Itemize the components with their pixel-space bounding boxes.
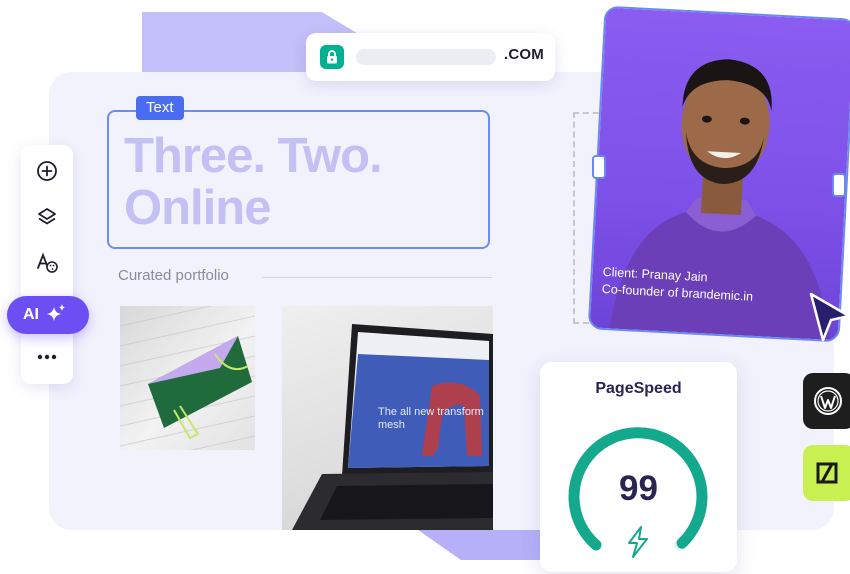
cursor-pointer-icon: [805, 290, 850, 350]
wordpress-icon[interactable]: [803, 373, 850, 429]
ai-button-label: AI: [23, 306, 39, 323]
ai-button[interactable]: AI: [7, 296, 89, 334]
pagespeed-title: PageSpeed: [595, 380, 682, 397]
headline-line-2: Online: [124, 181, 271, 235]
pagespeed-card: PageSpeed 99: [540, 362, 737, 572]
editor-toolbar: [21, 145, 73, 384]
more-dots-icon[interactable]: [34, 344, 60, 370]
page-headline[interactable]: Three. Two. Online: [124, 130, 484, 234]
url-bar[interactable]: .COM: [306, 33, 555, 81]
layers-icon[interactable]: [34, 204, 60, 230]
lime-builder-icon[interactable]: [803, 445, 850, 501]
resize-handle-right[interactable]: [832, 173, 846, 197]
resize-handle-left[interactable]: [592, 155, 606, 179]
font-palette-icon[interactable]: [34, 250, 60, 276]
plus-circle-icon[interactable]: [34, 158, 60, 184]
laptop-screen-caption: The all new transform mesh: [378, 406, 484, 431]
sparkles-icon: [45, 303, 67, 328]
section-label: Curated portfolio: [118, 267, 229, 284]
text-element-tag: Text: [136, 96, 184, 120]
section-divider: [262, 277, 492, 278]
pagespeed-score: 99: [619, 469, 658, 508]
lock-icon: [320, 45, 344, 69]
lightning-icon: [628, 526, 648, 558]
portfolio-image-laptop[interactable]: The all new transform mesh: [282, 306, 493, 530]
url-tld: .COM: [504, 46, 544, 63]
portfolio-image-envelope[interactable]: [120, 306, 255, 450]
headline-line-1: Three. Two.: [124, 129, 383, 183]
url-placeholder: [356, 49, 496, 65]
